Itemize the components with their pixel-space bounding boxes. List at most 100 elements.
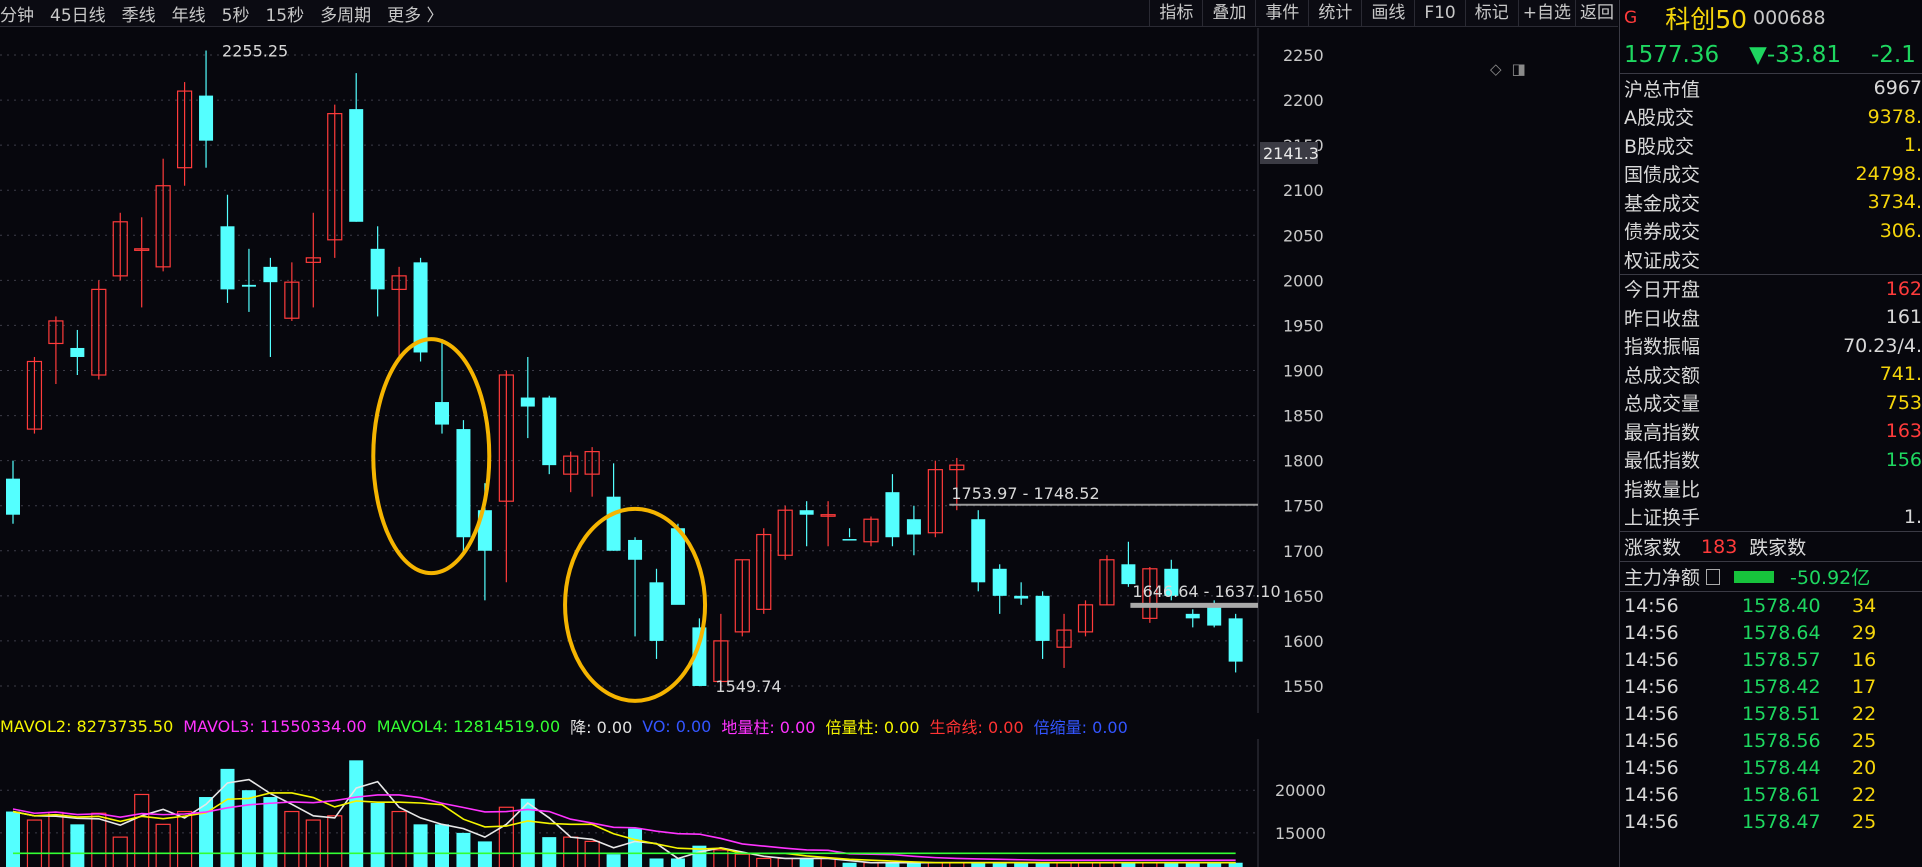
ma-line-white bbox=[12, 778, 1236, 864]
stat-value: 3734. bbox=[1867, 191, 1922, 214]
tick-row: 14:56 1578.47 25 bbox=[1620, 808, 1922, 835]
stat-label: 今日开盘 bbox=[1624, 279, 1701, 302]
candle-body-down bbox=[885, 492, 900, 538]
tab-multi-period[interactable]: 多周期 bbox=[312, 1, 379, 26]
tick-volume: 34 bbox=[1852, 594, 1877, 617]
tab-year[interactable]: 年线 bbox=[164, 1, 214, 26]
tab-5sec[interactable]: 5秒 bbox=[214, 1, 258, 26]
candle-body-down bbox=[1207, 604, 1222, 626]
chart-icon-group: ◇ ◨ bbox=[1490, 60, 1526, 78]
stat-row: 上证换手 1. bbox=[1620, 503, 1922, 532]
legend-mavol4: MAVOL4: 12814519.00 bbox=[376, 716, 561, 736]
add-watchlist-button[interactable]: +自选 bbox=[1517, 0, 1575, 27]
tab-15sec[interactable]: 15秒 bbox=[257, 1, 312, 26]
stat-label: 国债成交 bbox=[1624, 164, 1701, 187]
candle-body-down bbox=[606, 496, 621, 551]
stat-label: 上证换手 bbox=[1624, 507, 1701, 530]
volume-bar-up bbox=[26, 819, 43, 867]
tick-volume: 20 bbox=[1852, 756, 1877, 779]
tick-list[interactable]: 14:56 1578.40 34 14:56 1578.64 29 14:56 1578.… bbox=[1620, 592, 1922, 835]
events-button[interactable]: 事件 bbox=[1255, 0, 1308, 27]
stat-label: 指数量比 bbox=[1624, 478, 1701, 501]
stat-label: A股成交 bbox=[1624, 107, 1694, 130]
statistics-button[interactable]: 统计 bbox=[1308, 0, 1361, 27]
tab-quarter[interactable]: 季线 bbox=[114, 1, 164, 26]
stat-value: 306. bbox=[1879, 219, 1922, 242]
candlestick-chart[interactable]: 2250220021502100205020001950190018501800… bbox=[0, 28, 1618, 713]
tick-price: 1578.51 bbox=[1742, 702, 1821, 725]
volume-bar-up bbox=[177, 810, 193, 867]
volume-bar-up bbox=[48, 811, 64, 867]
back-button[interactable]: 返回 bbox=[1575, 0, 1618, 27]
stat-row: 最高指数 163 bbox=[1620, 417, 1922, 446]
volume-chart[interactable]: 20000 15000 bbox=[0, 739, 1618, 867]
volume-svg[interactable]: 20000 15000 bbox=[0, 739, 1618, 867]
period-tabs: 分钟 45日线 季线 年线 5秒 15秒 多周期 更多 〉 bbox=[0, 0, 452, 27]
y-tick-label: 1800 bbox=[1283, 452, 1324, 471]
tick-row: 14:56 1578.64 29 bbox=[1620, 619, 1922, 646]
tick-row: 14:56 1578.40 34 bbox=[1620, 592, 1922, 619]
rise-count: 183 bbox=[1701, 535, 1738, 558]
diamond-icon[interactable]: ◇ bbox=[1490, 60, 1502, 78]
tick-price: 1578.57 bbox=[1742, 648, 1821, 671]
stat-value: 1. bbox=[1903, 134, 1922, 157]
tab-minute[interactable]: 分钟 bbox=[0, 1, 42, 26]
security-name[interactable]: 科创50 bbox=[1665, 0, 1747, 36]
volume-bar-up bbox=[756, 857, 772, 867]
document-icon[interactable] bbox=[1706, 568, 1721, 585]
y-tick-label: 1650 bbox=[1283, 587, 1324, 606]
tick-row: 14:56 1578.56 25 bbox=[1620, 727, 1922, 754]
candle-body-down bbox=[456, 429, 471, 538]
chart-toolbar: 分钟 45日线 季线 年线 5秒 15秒 多周期 更多 〉 指标 叠加 事件 统… bbox=[0, 0, 1618, 27]
y-tick-label: 1850 bbox=[1283, 407, 1324, 426]
y-tick-label: 2050 bbox=[1283, 226, 1324, 245]
stat-row: 国债成交 24798. bbox=[1620, 160, 1922, 189]
candle-body-down bbox=[992, 568, 1007, 596]
index-stats: 今日开盘 162 昨日收盘 161 指数振幅 70.23/4. 总成交额 741. 总成… bbox=[1620, 275, 1922, 532]
candle-body-down bbox=[1185, 613, 1200, 619]
candle-body-down bbox=[6, 478, 20, 515]
volume-bar-up bbox=[391, 810, 407, 867]
stat-label: 总成交额 bbox=[1624, 364, 1701, 387]
volume-bar-down bbox=[799, 858, 814, 867]
mark-button[interactable]: 标记 bbox=[1464, 0, 1518, 27]
volume-bar-down bbox=[670, 858, 685, 867]
volume-bar-up bbox=[305, 819, 321, 867]
tick-row: 14:56 1578.44 20 bbox=[1620, 754, 1922, 781]
volume-bar-up bbox=[563, 836, 579, 867]
volume-bar-up bbox=[584, 840, 600, 867]
market-flag: G bbox=[1624, 8, 1638, 28]
tick-time: 14:56 bbox=[1624, 783, 1679, 806]
draw-line-button[interactable]: 画线 bbox=[1361, 0, 1414, 27]
annotation-ellipse bbox=[371, 337, 492, 576]
volume-bar-down bbox=[628, 828, 643, 867]
tick-volume: 22 bbox=[1852, 783, 1877, 806]
candle-body-down bbox=[542, 397, 557, 466]
volume-bar-down bbox=[649, 858, 664, 867]
volume-bar-down bbox=[606, 854, 621, 867]
price-quote: 1577.36 ▼-33.81 -2.1 bbox=[1620, 36, 1922, 74]
stat-row: 昨日收盘 161 bbox=[1620, 303, 1922, 332]
volume-bar-down bbox=[349, 760, 364, 867]
stat-value: 162 bbox=[1885, 277, 1922, 300]
candle-body-down bbox=[906, 519, 921, 535]
f10-button[interactable]: F10 bbox=[1414, 0, 1464, 27]
candlestick-svg[interactable]: 2250220021502100205020001950190018501800… bbox=[0, 28, 1618, 713]
tab-45day[interactable]: 45日线 bbox=[42, 1, 114, 26]
y-tick-label: 1950 bbox=[1283, 316, 1324, 335]
candle-body-down bbox=[670, 528, 685, 605]
volume-bar-up bbox=[134, 793, 150, 867]
overlay-button[interactable]: 叠加 bbox=[1202, 0, 1255, 27]
indicator-button[interactable]: 指标 bbox=[1149, 0, 1202, 27]
candle-body-down bbox=[649, 582, 664, 641]
tick-price: 1578.42 bbox=[1742, 675, 1821, 698]
volume-bar-down bbox=[477, 841, 492, 867]
tick-row: 14:56 1578.42 17 bbox=[1620, 673, 1922, 700]
tab-more[interactable]: 更多 〉 bbox=[379, 1, 451, 26]
fall-label: 跌家数 bbox=[1749, 537, 1807, 559]
panel-toggle-icon[interactable]: ◨ bbox=[1512, 60, 1526, 78]
candle-body-down bbox=[628, 539, 643, 560]
tick-volume: 29 bbox=[1852, 621, 1877, 644]
crosshair-price-label: 2141.3 bbox=[1263, 144, 1319, 163]
legend-dilianzhu: 地量柱: 0.00 bbox=[721, 718, 816, 737]
